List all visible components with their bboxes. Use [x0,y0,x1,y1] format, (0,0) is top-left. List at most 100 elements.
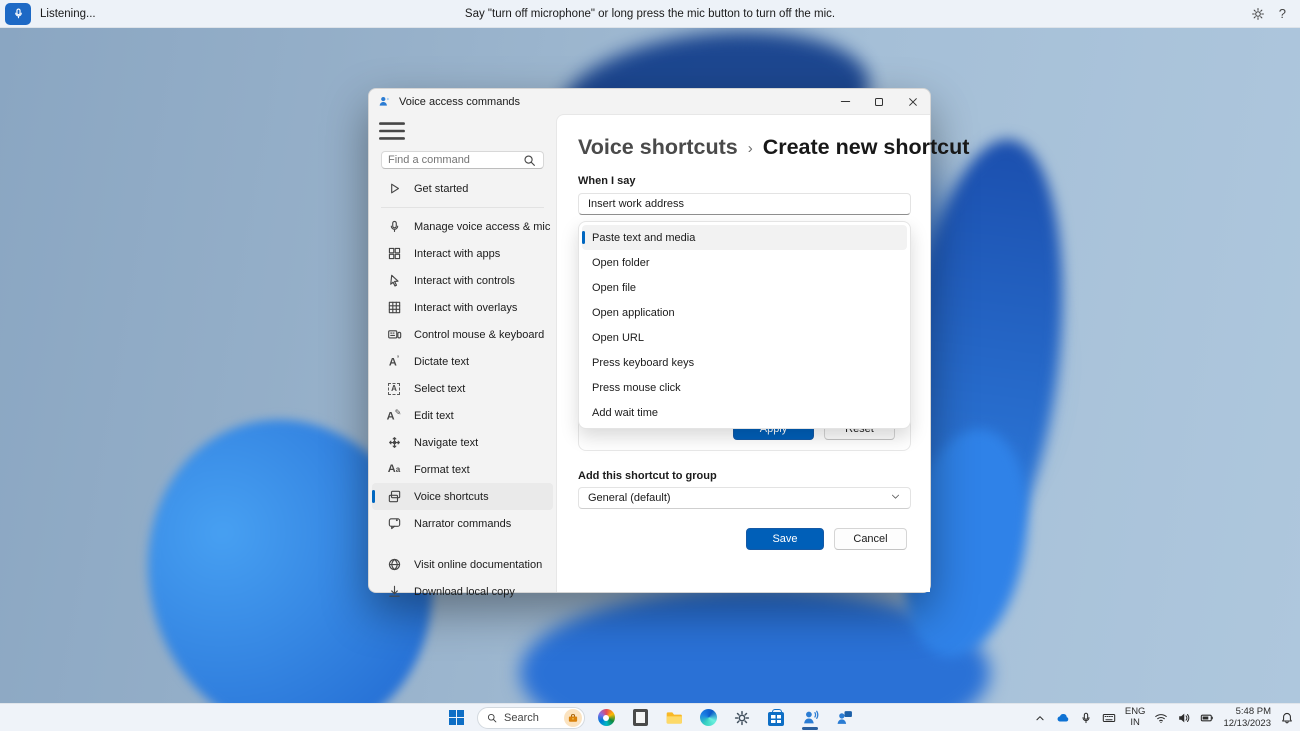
taskbar-app-edge[interactable] [695,706,721,730]
minimize-button[interactable] [828,89,862,114]
play-icon [386,181,402,197]
voice-hint-text: Say "turn off microphone" or long press … [464,7,836,20]
dropdown-option-open-file[interactable]: Open file [582,275,907,300]
overlay-grid-icon [386,300,402,316]
dropdown-option-open-application[interactable]: Open application [582,300,907,325]
taskbar-app-store[interactable] [763,706,789,730]
commands-sidebar: Get started Manage voice access & mic In… [369,114,556,598]
window-titlebar[interactable]: Voice access commands [369,89,930,114]
navigation-menu-button[interactable] [375,119,409,143]
touch-keyboard-icon[interactable] [1102,711,1116,725]
start-button[interactable] [443,706,469,730]
sidebar-item-label: Navigate text [414,436,479,449]
sidebar-divider [381,207,544,208]
mouse-keyboard-icon [386,327,402,343]
sidebar-item-label: Format text [414,463,470,476]
dropdown-option-open-url[interactable]: Open URL [582,325,907,350]
show-hidden-icons-chevron[interactable] [1033,711,1047,725]
voice-access-app-icon [378,95,392,109]
find-command-input[interactable] [388,154,521,166]
sidebar-item-label: Edit text [414,409,454,422]
chat-person-icon [837,711,852,724]
voice-settings-gear-icon[interactable] [1251,7,1265,21]
edit-text-icon: A✎ [386,407,402,423]
sidebar-item-label: Get started [414,182,469,195]
notification-bell-icon[interactable] [1280,711,1294,725]
page-title: Create new shortcut [762,135,970,159]
dropdown-option-press-keyboard-keys[interactable]: Press keyboard keys [582,350,907,375]
voice-access-icon [803,710,818,724]
close-button[interactable] [896,89,930,114]
create-shortcut-page: Voice shortcuts › Create new shortcut Wh… [556,114,969,592]
sidebar-item-label: Manage voice access & mic [414,220,551,233]
help-icon[interactable]: ? [1279,6,1286,21]
apps-grid-icon [386,246,402,262]
sidebar-item-edit-text[interactable]: A✎ Edit text [372,402,553,429]
sidebar-item-get-started[interactable]: Get started [372,175,553,202]
sidebar-item-download-local-copy[interactable]: Download local copy [372,578,553,605]
sidebar-item-interact-with-overlays[interactable]: Interact with overlays [372,294,553,321]
taskbar-search-box[interactable]: Search [477,706,585,729]
volume-icon[interactable] [1177,711,1191,725]
notepad-icon [632,709,648,726]
group-combobox[interactable]: General (default) [578,487,911,509]
microphone-icon [386,219,402,235]
date: 12/13/2023 [1223,717,1271,729]
sidebar-item-label: Dictate text [414,355,470,368]
wifi-icon[interactable] [1154,711,1168,725]
sidebar-item-control-mouse-keyboard[interactable]: Control mouse & keyboard [372,321,553,348]
breadcrumb-chevron-icon: › [747,140,753,157]
taskbar-app-settings[interactable] [729,706,755,730]
group-label: Add this shortcut to group [578,470,717,482]
sidebar-item-interact-with-apps[interactable]: Interact with apps [372,240,553,267]
narrator-speech-icon [386,516,402,532]
time: 5:48 PM [1235,705,1271,717]
taskbar-app-notepad[interactable] [627,706,653,730]
select-text-icon: A [386,381,402,397]
dropdown-option-paste-text-and-media[interactable]: Paste text and media [582,225,907,250]
onedrive-cloud-icon[interactable] [1056,711,1070,725]
breadcrumb-voice-shortcuts[interactable]: Voice shortcuts [578,135,738,160]
sidebar-item-dictate-text[interactable]: Aʼ Dictate text [372,348,553,375]
sidebar-item-interact-with-controls[interactable]: Interact with controls [372,267,553,294]
download-icon [386,584,402,600]
save-button[interactable]: Save [746,528,824,550]
sidebar-item-format-text[interactable]: Aa Format text [372,456,553,483]
microphone-button[interactable] [5,2,31,25]
sidebar-item-online-documentation[interactable]: Visit online documentation [372,551,553,578]
sidebar-item-select-text[interactable]: A Select text [372,375,553,402]
taskbar-app-file-explorer[interactable] [661,706,687,730]
sidebar-item-voice-shortcuts[interactable]: Voice shortcuts [372,483,553,510]
sidebar-item-label: Interact with apps [414,247,501,260]
sidebar-item-manage-voice-access[interactable]: Manage voice access & mic [372,213,553,240]
sidebar-item-narrator-commands[interactable]: Narrator commands [372,510,553,537]
voice-access-commands-window: Voice access commands Find a command Get… [368,88,969,598]
cancel-button[interactable]: Cancel [834,528,907,550]
shortcut-phrase-input[interactable] [578,193,911,215]
sidebar-item-navigate-text[interactable]: Navigate text [372,429,553,456]
find-command-searchbox[interactable] [381,151,544,169]
voice-access-bar: Listening... Say "turn off microphone" o… [0,0,1300,28]
taskbar-app-chat[interactable] [831,706,857,730]
dropdown-option-open-folder[interactable]: Open folder [582,250,907,275]
maximize-button[interactable] [862,89,896,114]
language-indicator[interactable]: ENG IN [1125,706,1146,729]
settings-gear-icon [734,710,750,725]
sidebar-item-label: Visit online documentation [414,558,543,571]
taskbar: Search ENG IN 5:48 PM 12/13/2023 [0,703,1300,731]
battery-icon[interactable] [1200,711,1214,725]
dropdown-option-add-wait-time[interactable]: Add wait time [582,400,907,425]
when-i-say-label: When I say [578,175,636,187]
taskbar-app-photos[interactable] [593,706,619,730]
edge-icon [699,709,717,726]
format-text-icon: Aa [387,463,401,475]
sidebar-item-label: Control mouse & keyboard [414,328,545,341]
voice-shortcuts-icon [386,489,402,505]
store-icon [768,709,784,726]
clock[interactable]: 5:48 PM 12/13/2023 [1223,706,1271,730]
tray-microphone-icon[interactable] [1079,711,1093,725]
taskbar-app-voice-access[interactable] [797,706,823,730]
sidebar-item-label: Narrator commands [414,517,512,530]
dropdown-option-press-mouse-click[interactable]: Press mouse click [582,375,907,400]
listening-status: Listening... [40,7,96,20]
